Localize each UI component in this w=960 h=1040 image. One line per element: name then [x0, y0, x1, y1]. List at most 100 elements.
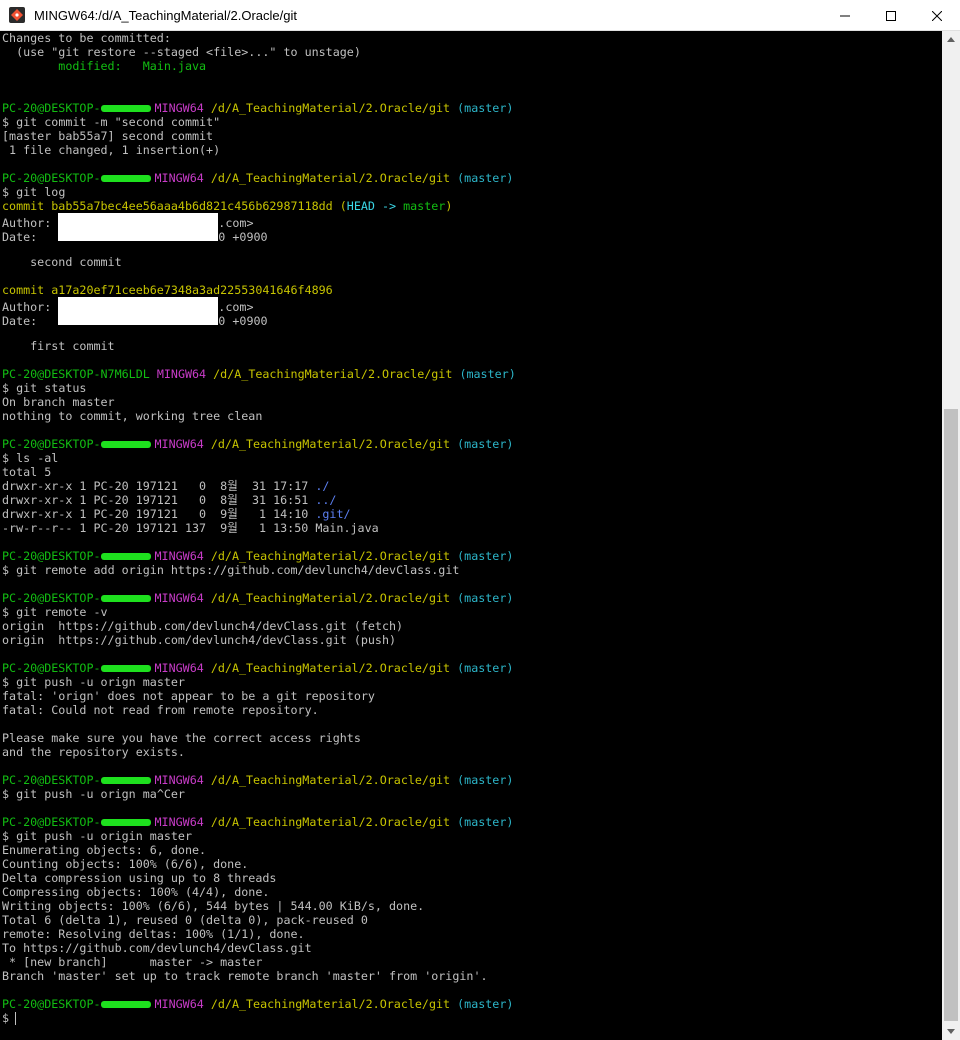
command-line[interactable]: $: [2, 1011, 942, 1025]
output-line: drwxr-xr-x 1 PC-20 197121 0 8월 31 16:51 …: [2, 493, 942, 507]
command-text: git push -u origin master: [16, 829, 193, 843]
output-line: fatal: 'orign' does not appear to be a g…: [2, 689, 375, 703]
prompt-line: PC-20@DESKTOP- MINGW64 /d/A_TeachingMater…: [2, 591, 942, 605]
date-tail: 0 +0900: [218, 230, 268, 244]
output-line: Enumerating objects: 6, done.: [2, 843, 207, 857]
prompt-path: /d/A_TeachingMaterial/2.Oracle/git: [210, 591, 451, 605]
prompt-symbol: $: [2, 563, 10, 577]
redaction: [58, 297, 219, 325]
censor-mark: [100, 819, 151, 826]
output-line: drwxr-xr-x 1 PC-20 197121 0 9월 1 14:10 .…: [2, 507, 942, 521]
output-line: and the repository exists.: [2, 745, 185, 759]
scroll-up-button[interactable]: [942, 31, 960, 48]
output-line: commit bab55a7bec4ee56aaa4b6d821c456b629…: [2, 199, 942, 213]
commit-hash: commit a17a20ef71ceeb6e7348a3ad225530416…: [2, 283, 333, 297]
prompt-symbol: $: [2, 185, 10, 199]
prompt-path: /d/A_TeachingMaterial/2.Oracle/git: [210, 437, 451, 451]
prompt-shell: MINGW64: [154, 815, 204, 829]
prompt-symbol: $: [2, 381, 10, 395]
ls-entry: drwxr-xr-x 1 PC-20 197121 0 8월 31 17:17: [2, 479, 316, 493]
prompt-shell: MINGW64: [154, 101, 204, 115]
scroll-down-button[interactable]: [942, 1023, 960, 1040]
redaction-cont: [58, 227, 218, 241]
output-line: On branch master: [2, 395, 115, 409]
prompt-path: /d/A_TeachingMaterial/2.Oracle/git: [210, 815, 451, 829]
prompt-path: /d/A_TeachingMaterial/2.Oracle/git: [210, 101, 451, 115]
command-line: $ ls -al: [2, 451, 942, 465]
output-line: Branch 'master' set up to track remote b…: [2, 969, 488, 983]
window-controls: [822, 0, 960, 31]
prompt-shell: MINGW64: [154, 549, 204, 563]
output-line: Author: .com>: [2, 213, 942, 241]
prompt-user: PC-20@DESKTOP-: [2, 661, 101, 675]
output-line: (use "git restore --staged <file>..." to…: [2, 45, 361, 59]
prompt-user: PC-20@DESKTOP-: [2, 171, 101, 185]
scrollbar-thumb[interactable]: [944, 409, 958, 1021]
close-button[interactable]: [914, 0, 960, 31]
prompt-shell: MINGW64: [154, 591, 204, 605]
prompt-branch: (master): [457, 773, 514, 787]
close-icon: [932, 10, 942, 21]
window-title: MINGW64:/d/A_TeachingMaterial/2.Oracle/g…: [34, 7, 297, 23]
prompt-user: PC-20@DESKTOP-: [2, 101, 101, 115]
redaction-cont: [58, 311, 218, 325]
prompt-symbol: $: [2, 451, 10, 465]
output-line: Counting objects: 100% (6/6), done.: [2, 857, 249, 871]
prompt-line: PC-20@DESKTOP- MINGW64 /d/A_TeachingMater…: [2, 549, 942, 563]
dir-name: ../: [315, 493, 337, 507]
output-line: To https://github.com/devlunch4/devClass…: [2, 941, 312, 955]
prompt-symbol: $: [2, 1011, 10, 1025]
censor-mark: [100, 595, 151, 602]
paren-open: (: [332, 199, 347, 213]
output-line: origin https://github.com/devlunch4/devC…: [2, 619, 404, 633]
maximize-button[interactable]: [868, 0, 914, 31]
chevron-down-icon: [947, 1029, 955, 1034]
output-line: [master bab55a7] second commit: [2, 129, 214, 143]
command-line: $ git remote -v: [2, 605, 942, 619]
output-line: remote: Resolving deltas: 100% (1/1), do…: [2, 927, 305, 941]
paren-close: ): [445, 199, 453, 213]
output-line: Please make sure you have the correct ac…: [2, 731, 361, 745]
prompt-line: PC-20@DESKTOP- MINGW64 /d/A_TeachingMater…: [2, 997, 942, 1011]
terminal-output[interactable]: Changes to be committed: (use "git resto…: [0, 31, 942, 1040]
output-line: drwxr-xr-x 1 PC-20 197121 0 8월 31 17:17 …: [2, 479, 942, 493]
title-bar[interactable]: MINGW64:/d/A_TeachingMaterial/2.Oracle/g…: [0, 0, 960, 31]
output-line: total 5: [2, 465, 52, 479]
prompt-path: /d/A_TeachingMaterial/2.Oracle/git: [210, 549, 451, 563]
output-line: 1 file changed, 1 insertion(+): [2, 143, 221, 157]
prompt-branch: (master): [457, 591, 514, 605]
command-line: $ git push -u orign ma^Cer: [2, 787, 942, 801]
maximize-icon: [886, 10, 896, 21]
prompt-branch: (master): [457, 437, 514, 451]
vertical-scrollbar[interactable]: [942, 31, 960, 1040]
command-line: $ git push -u orign master: [2, 675, 942, 689]
head-ref: HEAD ->: [346, 199, 404, 213]
prompt-line: PC-20@DESKTOP- MINGW64 /d/A_TeachingMater…: [2, 773, 942, 787]
command-line: $ git commit -m "second commit": [2, 115, 942, 129]
prompt-symbol: $: [2, 829, 10, 843]
commit-hash: commit bab55a7bec4ee56aaa4b6d821c456b629…: [2, 199, 333, 213]
prompt-path: /d/A_TeachingMaterial/2.Oracle/git: [210, 773, 451, 787]
command-line: $ git status: [2, 381, 942, 395]
prompt-shell: MINGW64: [154, 997, 204, 1011]
ls-entry: drwxr-xr-x 1 PC-20 197121 0 9월 1 14:10: [2, 507, 316, 521]
output-line: Writing objects: 100% (6/6), 544 bytes |…: [2, 899, 425, 913]
output-line: Compressing objects: 100% (4/4), done.: [2, 885, 270, 899]
command-text: git remote add origin https://github.com…: [16, 563, 460, 577]
terminal-window: MINGW64:/d/A_TeachingMaterial/2.Oracle/g…: [0, 0, 960, 1040]
censor-mark: [100, 441, 151, 448]
command-text: git status: [16, 381, 87, 395]
output-line: second commit: [2, 255, 122, 269]
command-text: git push -u orign master: [16, 675, 185, 689]
prompt-user: PC-20@DESKTOP-: [2, 773, 101, 787]
minimize-button[interactable]: [822, 0, 868, 31]
output-line: Delta compression using up to 8 threads: [2, 871, 277, 885]
